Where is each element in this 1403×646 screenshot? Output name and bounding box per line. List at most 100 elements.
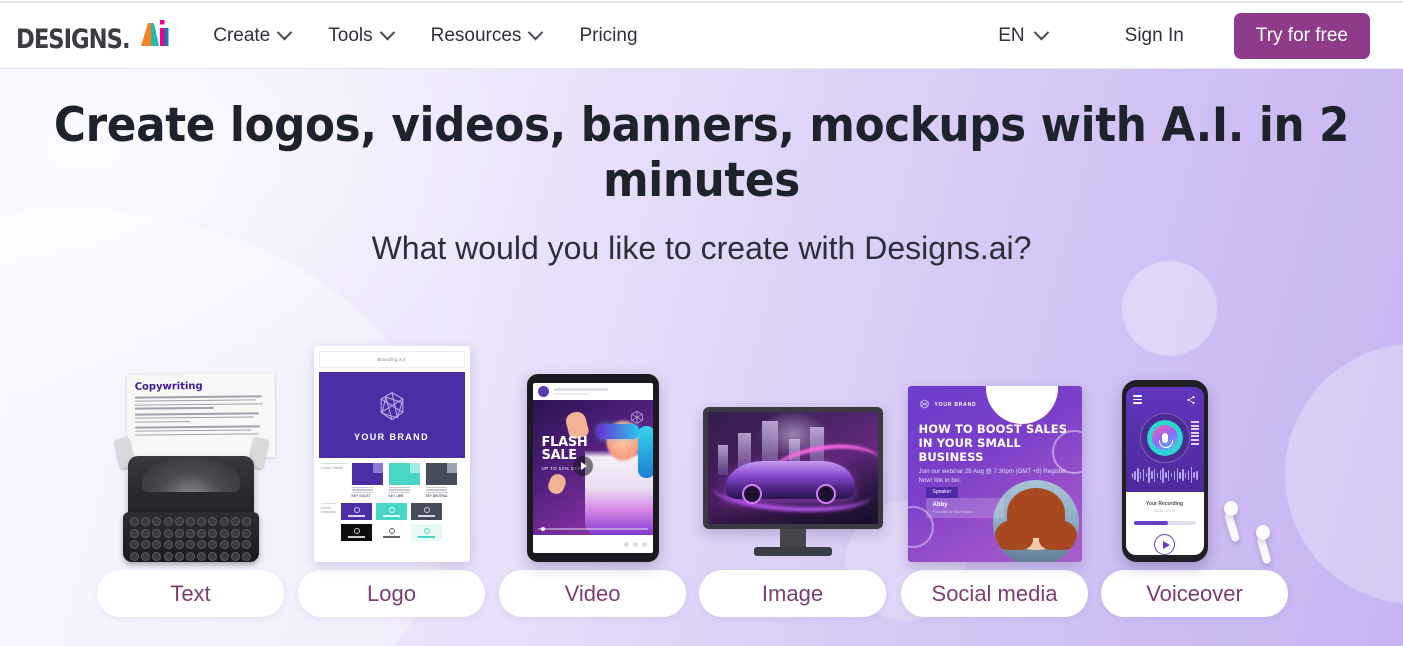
category-card-voiceover[interactable]: Your Recording 00:42 / 01:15 Voiceover bbox=[1101, 380, 1288, 617]
tablet-illustration: FLASH SALE UP TO 50% OFF bbox=[526, 374, 659, 562]
post-headline: HOW TO BOOST SALES IN YOUR SMALL BUSINES… bbox=[918, 422, 1068, 465]
post-footer bbox=[533, 535, 653, 553]
category-card-video[interactable]: FLASH SALE UP TO 50% OFF Video bbox=[499, 374, 686, 617]
earbud-1 bbox=[1223, 501, 1238, 516]
thumbnail-text: Copywriting bbox=[105, 372, 277, 562]
swatch-neutral: KEY NEUTRAL bbox=[425, 463, 457, 499]
sports-car-figure bbox=[725, 461, 854, 505]
swatch-lime: KEY LIME bbox=[388, 463, 420, 499]
category-pill-text[interactable]: Text bbox=[97, 570, 284, 617]
thumbnail-voiceover: Your Recording 00:42 / 01:15 bbox=[1112, 380, 1278, 565]
speaker-block: Speaker Abby Founder of Your Brand bbox=[925, 480, 1004, 518]
palette-section-label: Colour Palette bbox=[320, 463, 347, 498]
category-card-social-media[interactable]: YOUR BRAND HOW TO BOOST SALES IN YOUR SM… bbox=[901, 386, 1088, 617]
palette-section: Colour Palette KEY VIOLET KEY LIME KEY N… bbox=[319, 463, 465, 498]
nav-item-create[interactable]: Create bbox=[213, 24, 293, 47]
speaker-photo bbox=[992, 480, 1079, 562]
earbud-stem-1 bbox=[1223, 511, 1240, 543]
try-for-free-button[interactable]: Try for free bbox=[1233, 12, 1370, 59]
nav-item-tools-label: Tools bbox=[328, 24, 373, 46]
share-icon bbox=[1186, 396, 1195, 404]
logo-wordmark: DESIGNS. bbox=[16, 23, 131, 55]
record-disc bbox=[1139, 413, 1190, 463]
thumbnail-image bbox=[702, 407, 883, 562]
monitor-illustration bbox=[702, 407, 883, 562]
language-selector[interactable]: EN bbox=[998, 24, 1049, 47]
branding-kit-header: Branding Kit bbox=[318, 351, 465, 368]
thumbnail-social-media: YOUR BRAND HOW TO BOOST SALES IN YOUR SM… bbox=[907, 386, 1082, 562]
language-selector-label: EN bbox=[998, 24, 1025, 46]
monitor-screen bbox=[707, 412, 878, 524]
thumbnail-video: FLASH SALE UP TO 50% OFF bbox=[526, 374, 659, 562]
branding-kit-hero: YOUR BRAND bbox=[318, 372, 465, 458]
vr-person-hand-low bbox=[545, 471, 568, 497]
variations-section-label: Colour Variations bbox=[320, 503, 337, 541]
category-pill-video[interactable]: Video bbox=[499, 570, 686, 617]
chevron-down-icon bbox=[1033, 24, 1049, 41]
speaker-role: Founder of Your Brand bbox=[932, 509, 973, 514]
avatar bbox=[537, 386, 549, 397]
level-meter bbox=[1190, 421, 1199, 445]
nav-item-resources[interactable]: Resources bbox=[430, 24, 544, 47]
video-frame: FLASH SALE UP TO 50% OFF bbox=[532, 400, 653, 535]
vr-person-hair bbox=[637, 426, 653, 478]
nav-item-resources-label: Resources bbox=[430, 24, 522, 46]
menu-icon bbox=[1132, 395, 1142, 406]
category-card-image[interactable]: Image bbox=[699, 407, 886, 617]
sign-in-link[interactable]: Sign In bbox=[1125, 25, 1184, 47]
speaker-label: Speaker bbox=[925, 486, 959, 498]
site-logo[interactable]: DESIGNS. bbox=[16, 19, 171, 53]
brand-mark-icon bbox=[920, 399, 928, 409]
brand-mark-icon bbox=[630, 410, 643, 424]
category-pill-social-media[interactable]: Social media bbox=[901, 570, 1088, 617]
phone-device: Your Recording 00:42 / 01:15 bbox=[1121, 380, 1208, 562]
nav-item-pricing-label: Pricing bbox=[579, 24, 638, 46]
variations-section: Colour Variations bbox=[319, 503, 465, 542]
swatch-violet: KEY VIOLET bbox=[351, 463, 383, 499]
nav-item-create-label: Create bbox=[213, 24, 271, 46]
waveform bbox=[1131, 466, 1198, 484]
recording-title: Your Recording bbox=[1145, 501, 1184, 507]
nav-item-pricing[interactable]: Pricing bbox=[579, 25, 637, 47]
category-pill-logo[interactable]: Logo bbox=[298, 570, 485, 617]
typewriter-illustration: Copywriting bbox=[105, 372, 277, 562]
hero-headline: Create logos, videos, banners, mockups w… bbox=[53, 98, 1350, 209]
page-root: DESIGNS. Create Tools Resources Pricing … bbox=[0, 0, 1403, 646]
category-card-text[interactable]: Copywriting Text bbox=[97, 372, 284, 617]
post-brand-label: YOUR BRAND bbox=[934, 401, 977, 408]
nav-item-tools[interactable]: Tools bbox=[328, 24, 395, 47]
social-post-illustration: YOUR BRAND HOW TO BOOST SALES IN YOUR SM… bbox=[907, 386, 1082, 562]
brand-mark-icon bbox=[380, 391, 403, 420]
main-navbar: DESIGNS. Create Tools Resources Pricing … bbox=[0, 3, 1403, 69]
thumbnail-logo: Branding Kit YOUR BRAND Colour Palette K… bbox=[313, 346, 470, 562]
vr-goggles-icon bbox=[596, 424, 639, 439]
recording-subtitle: 00:42 / 01:15 bbox=[1154, 509, 1175, 513]
hero-section: Create logos, videos, banners, mockups w… bbox=[0, 69, 1403, 646]
copywriting-title: Copywriting bbox=[134, 380, 203, 393]
video-progress-bar bbox=[537, 527, 648, 532]
swatch-neutral-name: KEY NEUTRAL bbox=[425, 494, 449, 499]
monitor-base bbox=[753, 547, 832, 556]
speaker-name: Abby bbox=[932, 502, 948, 508]
chevron-down-icon bbox=[379, 24, 395, 41]
category-pill-image[interactable]: Image bbox=[699, 570, 886, 617]
earbud-2 bbox=[1255, 525, 1270, 540]
category-pill-voiceover[interactable]: Voiceover bbox=[1101, 570, 1288, 617]
swatch-lime-name: KEY LIME bbox=[388, 494, 404, 499]
branding-kit-header-label: Branding Kit bbox=[377, 357, 406, 362]
play-icon bbox=[1154, 534, 1175, 555]
playback-progress-bar bbox=[1133, 521, 1196, 525]
play-icon bbox=[572, 456, 593, 476]
category-card-row: Copywriting Text Branding Kit YOUR BRAND… bbox=[97, 269, 1307, 646]
ai-logo-mark-icon bbox=[137, 19, 171, 52]
swatch-violet-name: KEY VIOLET bbox=[351, 494, 371, 499]
voiceover-illustration: Your Recording 00:42 / 01:15 bbox=[1112, 380, 1278, 565]
nav-right-group: EN Sign In Try for free bbox=[998, 3, 1403, 68]
post-header bbox=[533, 383, 653, 400]
hero-subheadline: What would you like to create with Desig… bbox=[371, 230, 1032, 266]
brand-name-label: YOUR BRAND bbox=[353, 431, 429, 442]
nav-links: Create Tools Resources Pricing bbox=[213, 25, 637, 47]
chevron-down-icon bbox=[276, 24, 293, 41]
category-card-logo[interactable]: Branding Kit YOUR BRAND Colour Palette K… bbox=[298, 346, 485, 617]
post-brand: YOUR BRAND bbox=[919, 399, 977, 410]
